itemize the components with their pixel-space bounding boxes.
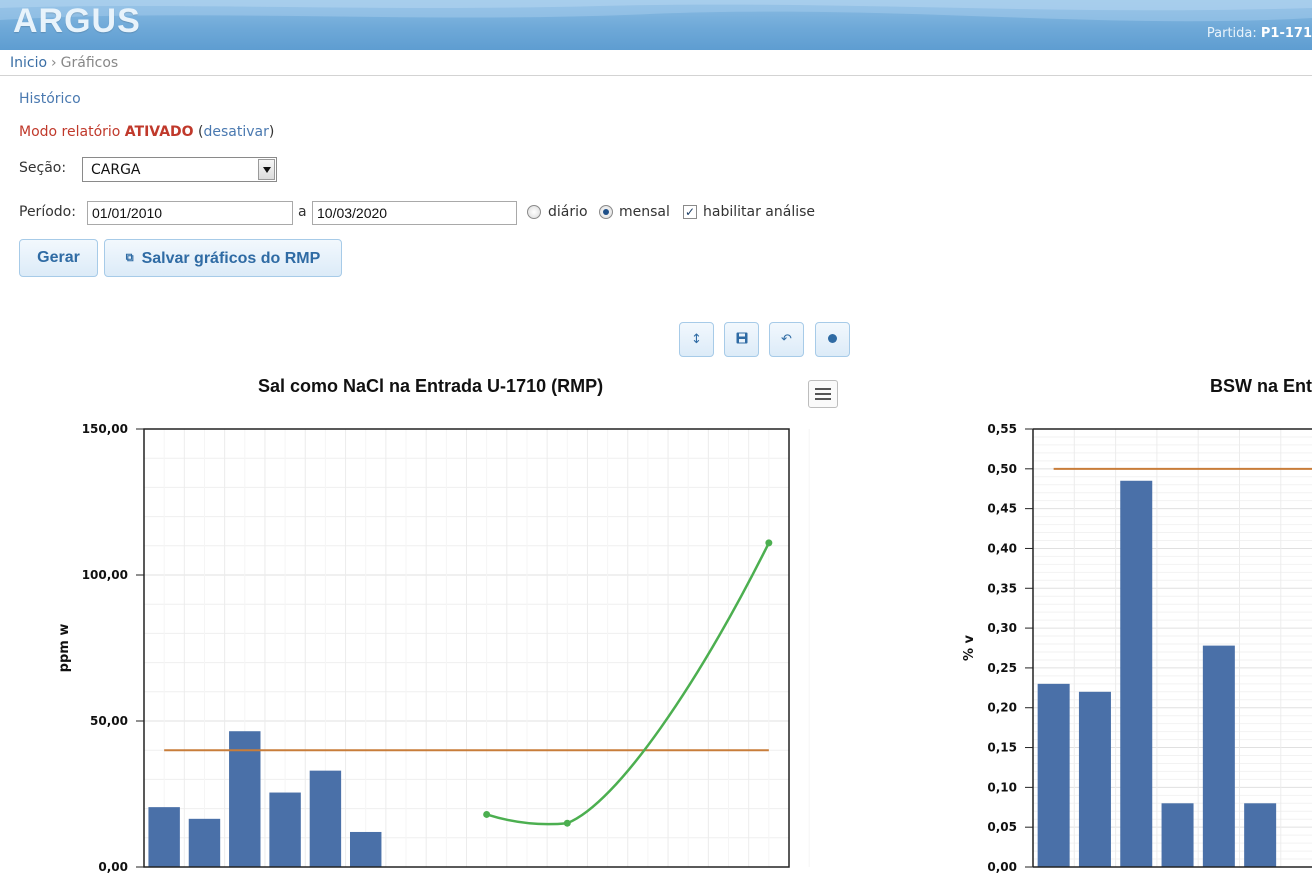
menu-line bbox=[815, 388, 831, 390]
y-tick-label: 0,45 bbox=[987, 502, 1017, 516]
partida-info: Partida: P1-171 bbox=[1207, 26, 1312, 41]
y-tick-label: 0,40 bbox=[987, 541, 1017, 555]
partida-value: P1-171 bbox=[1260, 26, 1312, 41]
y-axis-label: ppm w bbox=[57, 624, 72, 673]
y-tick-label: 0,00 bbox=[98, 860, 128, 874]
trend-point bbox=[483, 810, 491, 818]
resize-icon: ↕ bbox=[691, 332, 702, 347]
y-tick-label: 0,25 bbox=[987, 661, 1017, 675]
report-mode-close-paren: ) bbox=[268, 124, 275, 140]
menu-line bbox=[815, 398, 831, 400]
breadcrumb: Inicio › Gráficos bbox=[10, 55, 118, 71]
save-icon bbox=[736, 332, 747, 344]
chart-2-title: BSW na Ent bbox=[1210, 376, 1312, 396]
y-tick-label: 0,50 bbox=[987, 462, 1017, 476]
salvar-graficos-button[interactable]: ⧉ Salvar gráficos do RMP bbox=[104, 239, 342, 277]
radio-mensal[interactable] bbox=[599, 205, 613, 219]
y-tick-label: 0,15 bbox=[987, 741, 1017, 755]
bar bbox=[148, 807, 180, 867]
breadcrumb-separator: › bbox=[51, 55, 57, 71]
breadcrumb-home-link[interactable]: Inicio bbox=[10, 55, 47, 71]
bar bbox=[1037, 683, 1070, 867]
y-tick-label: 0,35 bbox=[987, 581, 1017, 595]
y-axis-label: % v bbox=[962, 634, 977, 661]
salvar-graficos-label: Salvar gráficos do RMP bbox=[141, 250, 321, 267]
plot-area bbox=[1033, 429, 1312, 867]
report-mode-label: Modo relatório bbox=[19, 124, 121, 140]
chart-1-title: Sal como NaCl na Entrada U-1710 (RMP) bbox=[258, 376, 604, 396]
report-mode-line: Modo relatório ATIVADO (desativar) bbox=[19, 124, 274, 140]
breadcrumb-bar: Inicio › Gráficos bbox=[0, 50, 1312, 76]
bar bbox=[1244, 803, 1277, 867]
gerar-button[interactable]: Gerar bbox=[19, 239, 98, 277]
dot-button[interactable] bbox=[815, 322, 850, 357]
y-tick-label: 0,30 bbox=[987, 621, 1017, 635]
trend-point bbox=[765, 539, 773, 547]
undo-button[interactable]: ↶ bbox=[769, 322, 804, 357]
chart-2-plot: 0,00 0,05 0,10 0,15 0,20 0,25 0,30 0,35 0,40 0,45… bbox=[962, 422, 1312, 874]
resize-button[interactable]: ↕ bbox=[679, 322, 714, 357]
bar bbox=[1078, 691, 1111, 867]
menu-line bbox=[815, 393, 831, 395]
report-mode-state: ATIVADO bbox=[124, 124, 194, 140]
undo-icon: ↶ bbox=[781, 332, 792, 347]
header-wave bbox=[0, 0, 1312, 22]
periodo-label: Período: bbox=[19, 204, 76, 220]
secao-selected-value: CARGA bbox=[91, 162, 141, 178]
radio-mensal-label: mensal bbox=[619, 204, 670, 220]
bar bbox=[229, 731, 261, 867]
bar bbox=[1202, 645, 1235, 867]
y-tick-label: 0,20 bbox=[987, 701, 1017, 715]
partida-label: Partida: bbox=[1206, 26, 1257, 41]
bar bbox=[349, 831, 382, 867]
bar bbox=[188, 818, 221, 867]
deactivate-link[interactable]: desativar bbox=[203, 124, 268, 140]
dot-icon bbox=[828, 334, 837, 343]
y-tick-label: 100,00 bbox=[82, 568, 128, 582]
y-tick-label: 150,00 bbox=[82, 422, 128, 436]
date-from-input[interactable] bbox=[87, 201, 293, 225]
chevron-down-icon[interactable] bbox=[258, 159, 275, 180]
chart-1-plot: 0,00 50,00 100,00 150,00 ppm w bbox=[57, 422, 810, 874]
y-tick-label: 0,00 bbox=[987, 860, 1017, 874]
y-tick-label: 0,55 bbox=[987, 422, 1017, 436]
y-tick-label: 50,00 bbox=[90, 714, 128, 728]
bar bbox=[1120, 480, 1153, 867]
save-chart-button[interactable] bbox=[724, 322, 759, 357]
radio-diario[interactable] bbox=[527, 205, 541, 219]
external-window-icon: ⧉ bbox=[125, 252, 134, 264]
gerar-button-label: Gerar bbox=[37, 249, 80, 266]
bar bbox=[1161, 803, 1194, 867]
secao-select[interactable]: CARGA bbox=[82, 157, 277, 182]
radio-diario-label: diário bbox=[548, 204, 588, 220]
breadcrumb-current: Gráficos bbox=[60, 55, 119, 71]
bar bbox=[269, 792, 301, 867]
secao-label: Seção: bbox=[19, 160, 67, 176]
app-header: ARGUS Partida: P1-171 bbox=[0, 0, 1312, 50]
bar bbox=[309, 770, 342, 867]
historico-link[interactable]: Histórico bbox=[19, 91, 81, 107]
date-to-input[interactable] bbox=[312, 201, 517, 225]
trend-point bbox=[563, 819, 571, 827]
chart-menu-button[interactable] bbox=[808, 380, 838, 408]
habilitar-analise-label: habilitar análise bbox=[703, 204, 815, 220]
app-logo: ARGUS bbox=[13, 2, 141, 40]
habilitar-analise-checkbox[interactable]: ✓ bbox=[683, 205, 697, 219]
date-separator: a bbox=[298, 204, 307, 220]
y-tick-label: 0,10 bbox=[987, 780, 1017, 794]
y-tick-label: 0,05 bbox=[987, 820, 1017, 834]
